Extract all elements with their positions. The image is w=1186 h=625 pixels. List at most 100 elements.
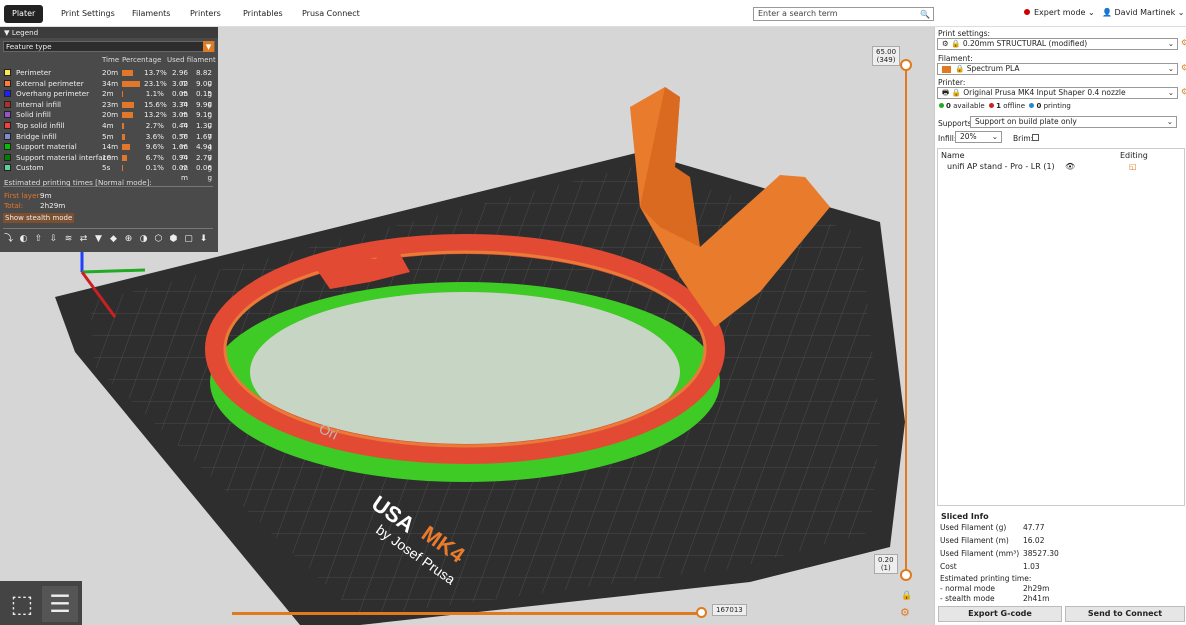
infill-value: 20% <box>960 132 977 141</box>
legend-row[interactable]: Bridge infill 5m 3.6% 0.56 m 1.67 g <box>4 132 216 151</box>
legend-swatch <box>4 111 11 119</box>
sliced-row: Used Filament (m) 16.02 <box>940 536 1044 545</box>
tab-print-settings[interactable]: Print Settings <box>53 5 123 23</box>
bounding-box-icon[interactable]: ⬢ <box>168 233 179 245</box>
supports-select[interactable]: Support on build plate only ⌄ <box>970 116 1177 128</box>
legend-percentage: 0.1% <box>145 163 164 173</box>
travel-icon[interactable]: ⤵ <box>3 233 14 245</box>
tool-marker-icon[interactable]: ⬇ <box>198 233 209 245</box>
legend-percentage: 9.6% <box>145 142 164 152</box>
layer-top-label: 65.00 (349) <box>872 46 901 66</box>
search-icon[interactable]: 🔍 <box>920 9 930 21</box>
printer-status-line: 0 available 1 offline 0 printing <box>939 102 1071 110</box>
legend-row[interactable]: Solid infill 20m 13.2% 3.05 m 9.10 g <box>4 110 216 129</box>
gear-icon[interactable]: ⚙ <box>1181 38 1186 47</box>
user-menu[interactable]: 👤 David Martinek ⌄ <box>1102 8 1184 17</box>
export-gcode-button[interactable]: Export G-code <box>938 606 1062 622</box>
custom-gcode-icon[interactable]: ⊕ <box>123 233 134 245</box>
deretraction-icon[interactable]: ⇩ <box>48 233 59 245</box>
tab-printers[interactable]: Printers <box>182 5 229 23</box>
legend-name: Internal infill <box>16 99 62 109</box>
preview-layers-icon[interactable]: ☰ <box>42 586 78 622</box>
view-type-dropdown[interactable]: Feature type ▼ <box>3 41 215 52</box>
legend-name: Solid infill <box>16 110 51 120</box>
print-settings-select[interactable]: ⚙ 🔒 0.20mm STRUCTURAL (modified) ⌄ <box>937 38 1178 50</box>
legend-header[interactable]: ▼ Legend <box>0 27 218 38</box>
col-time: Time <box>102 56 120 64</box>
retraction-icon[interactable]: ⇧ <box>33 233 44 245</box>
layer-slider-top-handle[interactable] <box>900 59 912 71</box>
filament-select[interactable]: 🔒 Spectrum PLA ⌄ <box>937 63 1178 75</box>
legend-row[interactable]: Internal infill 23m 15.6% 3.34 m 9.96 g <box>4 99 216 119</box>
legend-row[interactable]: Perimeter 20m 13.7% 2.96 m 8.82 g <box>4 68 216 87</box>
tab-plater[interactable]: Plater <box>4 5 44 23</box>
divider <box>3 228 213 229</box>
legend-row[interactable]: Overhang perimeter 2m 1.1% 0.05 m 0.15 g <box>4 89 216 108</box>
tab-printables[interactable]: Printables <box>235 5 291 23</box>
cube-icon[interactable]: ▢ <box>183 233 194 245</box>
send-to-connect-button[interactable]: Send to Connect <box>1065 606 1185 622</box>
sliced-info: Sliced Info Used Filament (g) 47.77 Used … <box>935 509 1185 603</box>
chevron-down-icon: ⌄ <box>1167 39 1174 48</box>
printer-select[interactable]: 🖶 🔒 Original Prusa MK4 Input Shaper 0.4 … <box>937 87 1178 99</box>
normal-mode-row: - normal mode 2h29m <box>940 584 1049 593</box>
printer-label: Printer: <box>938 78 966 87</box>
show-stealth-mode-button[interactable]: Show stealth mode <box>3 213 75 223</box>
wipe-icon[interactable]: ◐ <box>18 233 29 245</box>
col-percentage: Percentage <box>122 56 162 64</box>
legend-percentage: 23.1% <box>144 78 167 88</box>
legend-time: 20m <box>102 110 119 120</box>
settings-cog-icon[interactable]: ⚙ <box>900 606 910 619</box>
object-item[interactable]: unifi AP stand - Pro - LR (1) <box>947 162 1055 171</box>
pause-icon[interactable]: ◆ <box>108 233 119 245</box>
legend-percentage: 13.2% <box>144 110 167 120</box>
layer-slider-track[interactable] <box>905 60 907 576</box>
mode-selector[interactable]: Expert mode ⌄ <box>1024 8 1095 17</box>
available-dot <box>939 103 944 108</box>
total-label: Total: <box>4 201 24 210</box>
center-of-gravity-icon[interactable]: ◑ <box>138 233 149 245</box>
gear-icon[interactable]: ⚙ <box>1181 87 1186 96</box>
legend-row[interactable]: Support material interface 10m 6.7% 0.94 m2… <box>4 152 216 172</box>
infill-label: Infill: <box>938 134 957 143</box>
legend-bar <box>122 165 123 172</box>
search-input[interactable]: Enter a search term 🔍 <box>753 7 934 21</box>
toolchange-icon[interactable]: ⇄ <box>78 233 89 245</box>
lock-icon[interactable]: 🔒 <box>901 591 912 601</box>
legend-row[interactable]: External perimeter 34m 23.1% 3.02 m 9.00 g <box>4 78 216 98</box>
supports-value: Support on build plate only <box>975 117 1077 126</box>
col-editing: Editing <box>1120 151 1148 160</box>
shells-icon[interactable]: ⬡ <box>153 233 164 245</box>
offline-dot <box>989 103 995 108</box>
legend-name: Support material <box>16 142 77 152</box>
printer-icon: 🖶 🔒 <box>942 88 961 97</box>
legend-time: 5s <box>102 163 111 173</box>
move-slider-handle[interactable] <box>696 607 707 618</box>
settings-icon: ⚙ 🔒 <box>942 39 961 48</box>
first-layer-value: 9m <box>40 191 52 200</box>
legend-bar <box>122 91 123 98</box>
legend-time: 34m <box>102 78 119 88</box>
legend-bar <box>122 112 133 119</box>
layer-slider-bottom-handle[interactable] <box>900 569 912 581</box>
tab-filaments[interactable]: Filaments <box>124 5 178 23</box>
sliced-row-label: Cost <box>940 562 957 571</box>
gear-icon[interactable]: ⚙ <box>1181 63 1186 72</box>
move-slider-track[interactable] <box>232 612 702 615</box>
object-list: Name Editing unifi AP stand - Pro - LR (… <box>937 148 1185 506</box>
color-change-icon[interactable]: ▼ <box>93 233 104 245</box>
sliced-row-value: 38527.30 <box>1023 549 1059 558</box>
chevron-down-icon: ⌄ <box>1088 8 1095 17</box>
eye-icon[interactable]: 👁 <box>1065 162 1075 171</box>
3d-view-icon[interactable]: ⬚ <box>4 586 40 622</box>
legend-row[interactable]: Top solid infill 4m 2.7% 0.44 m 1.30 g <box>4 121 216 140</box>
infill-select[interactable]: 20% ⌄ <box>955 131 1002 143</box>
brim-checkbox[interactable] <box>1032 134 1039 141</box>
seam-icon[interactable]: ≋ <box>63 233 74 245</box>
legend-row[interactable]: Support material 14m 9.6% 1.66 m 4.94 g <box>4 142 216 161</box>
tab-prusa-connect[interactable]: Prusa Connect <box>294 5 368 23</box>
legend-time: 10m <box>102 152 119 162</box>
lock-icon: 🔒 <box>955 64 965 73</box>
edit-icon[interactable]: ◱ <box>1129 162 1137 171</box>
legend-row[interactable]: Custom 5s 0.1% 0.02 m 0.06 g <box>4 163 216 182</box>
